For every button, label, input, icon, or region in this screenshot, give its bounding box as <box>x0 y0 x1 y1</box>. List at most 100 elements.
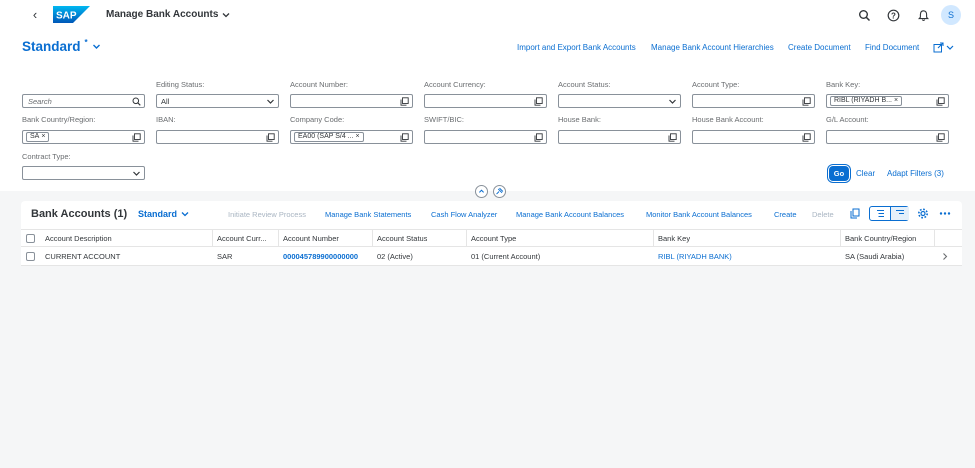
value-help-icon[interactable] <box>266 133 275 142</box>
column-header[interactable]: Account Curr... <box>217 234 282 243</box>
house-bank-account-label: House Bank Account: <box>692 115 764 124</box>
close-icon[interactable]: × <box>41 133 45 141</box>
company-code-label: Company Code: <box>290 115 345 124</box>
account-currency-input[interactable] <box>424 94 547 108</box>
manage-balances-button[interactable]: Manage Bank Account Balances <box>516 210 624 219</box>
select-all-checkbox[interactable] <box>26 234 35 243</box>
create-document-link[interactable]: Create Document <box>788 43 851 52</box>
value-help-icon[interactable] <box>802 133 811 142</box>
column-header[interactable]: Account Status <box>377 234 427 243</box>
account-currency-label: Account Currency: <box>424 80 486 89</box>
user-avatar[interactable]: S <box>941 5 961 25</box>
svg-text:?: ? <box>891 11 896 20</box>
value-help-icon[interactable] <box>534 133 543 142</box>
bank-key-link[interactable]: RIBL (RIYADH BANK) <box>658 252 732 261</box>
monitor-balances-button[interactable]: Monitor Bank Account Balances <box>646 210 752 219</box>
company-code-token[interactable]: EA00 (SAP S/4 ... × <box>294 132 364 142</box>
swift-input[interactable] <box>424 130 547 144</box>
adapt-filters-button[interactable]: Adapt Filters (3) <box>887 169 944 178</box>
value-help-icon[interactable] <box>668 133 677 142</box>
pin-header-icon[interactable] <box>493 185 506 198</box>
close-icon[interactable]: × <box>894 97 898 105</box>
table-header-row: Account Description Account Curr... Acco… <box>21 229 962 248</box>
search-icon[interactable] <box>132 97 141 106</box>
column-header[interactable]: Bank Key <box>658 234 690 243</box>
back-icon[interactable]: ‹ <box>29 8 41 22</box>
chevron-down-icon <box>267 99 274 104</box>
house-bank-account-input[interactable] <box>692 130 815 144</box>
go-button[interactable]: Go <box>830 167 848 180</box>
value-help-icon[interactable] <box>936 133 945 142</box>
cash-flow-analyzer-button[interactable]: Cash Flow Analyzer <box>431 210 497 219</box>
delete-button[interactable]: Delete <box>812 210 834 219</box>
initiate-review-button[interactable]: Initiate Review Process <box>228 210 306 219</box>
value-help-icon[interactable] <box>132 133 141 142</box>
notification-bell-icon[interactable] <box>917 9 930 22</box>
clear-button[interactable]: Clear <box>856 169 875 178</box>
search-input[interactable]: Search <box>22 94 145 108</box>
search-icon[interactable] <box>858 9 871 22</box>
variant-title: Standard <box>22 39 81 54</box>
bank-accounts-table: Bank Accounts (1) Standard Initiate Revi… <box>21 201 962 266</box>
table-variant-selector[interactable]: Standard <box>138 209 189 219</box>
copy-icon[interactable] <box>848 207 862 220</box>
contract-type-label: Contract Type: <box>22 152 71 161</box>
navigation-arrow-icon[interactable] <box>941 252 949 261</box>
app-title[interactable]: Manage Bank Accounts <box>106 9 230 20</box>
close-icon[interactable]: × <box>356 133 360 141</box>
bank-country-label: Bank Country/Region: <box>22 115 96 124</box>
variant-modified-marker: * <box>84 38 88 47</box>
sap-logo[interactable]: SAP <box>53 6 90 23</box>
import-export-link[interactable]: Import and Export Bank Accounts <box>517 43 636 52</box>
bank-country-cell: SA (Saudi Arabia) <box>845 252 905 261</box>
find-document-link[interactable]: Find Document <box>865 43 919 52</box>
value-help-icon[interactable] <box>936 97 945 106</box>
manage-statements-button[interactable]: Manage Bank Statements <box>325 210 411 219</box>
contract-type-select[interactable] <box>22 166 145 180</box>
detail-view-icon <box>896 210 904 214</box>
column-header[interactable]: Account Description <box>45 234 112 243</box>
value-help-icon[interactable] <box>802 97 811 106</box>
chevron-down-icon <box>222 12 230 17</box>
bank-key-token-text: RIBL (RIYADH B... <box>834 97 892 104</box>
column-header[interactable]: Account Type <box>471 234 516 243</box>
create-button[interactable]: Create <box>774 210 797 219</box>
more-options-icon[interactable] <box>938 207 952 220</box>
column-header[interactable]: Bank Country/Region <box>845 234 916 243</box>
table-row[interactable]: CURRENT ACCOUNT SAR 000045789900000000 0… <box>21 247 962 266</box>
bank-country-token[interactable]: SA × <box>26 132 50 142</box>
account-type-input[interactable] <box>692 94 815 108</box>
bank-country-token-text: SA <box>30 133 40 140</box>
account-number-link[interactable]: 000045789900000000 <box>283 252 358 261</box>
value-help-icon[interactable] <box>400 97 409 106</box>
value-help-icon[interactable] <box>400 133 409 142</box>
detail-view-toggle[interactable] <box>890 207 909 220</box>
editing-status-select[interactable]: All <box>156 94 279 108</box>
help-icon[interactable]: ? <box>887 9 900 22</box>
shell-bar: ‹ SAP Manage Bank Accounts ? S <box>0 0 975 31</box>
value-help-icon[interactable] <box>534 97 543 106</box>
collapse-header-icon[interactable] <box>475 185 488 198</box>
gl-account-input[interactable] <box>826 130 949 144</box>
company-code-token-text: EA00 (SAP S/4 ... <box>298 133 354 140</box>
view-toggle <box>869 206 909 221</box>
variant-selector[interactable]: Standard * <box>22 38 101 54</box>
chevron-down-icon <box>133 171 140 176</box>
bank-key-input[interactable]: RIBL (RIYADH B... × <box>826 94 949 108</box>
bank-country-input[interactable]: SA × <box>22 130 145 144</box>
share-icon[interactable] <box>933 42 955 53</box>
gl-account-label: G/L Account: <box>826 115 869 124</box>
settings-gear-icon[interactable] <box>916 207 930 220</box>
house-bank-input[interactable] <box>558 130 681 144</box>
column-header[interactable]: Account Number <box>283 234 339 243</box>
iban-input[interactable] <box>156 130 279 144</box>
hierarchies-link[interactable]: Manage Bank Account Hierarchies <box>651 43 774 52</box>
account-status-select[interactable] <box>558 94 681 108</box>
app-title-text: Manage Bank Accounts <box>106 9 219 20</box>
row-checkbox[interactable] <box>26 252 35 261</box>
account-number-input[interactable] <box>290 94 413 108</box>
bank-key-token[interactable]: RIBL (RIYADH B... × <box>830 96 903 106</box>
chevron-down-icon <box>669 99 676 104</box>
company-code-input[interactable]: EA00 (SAP S/4 ... × <box>290 130 413 144</box>
list-view-icon[interactable] <box>873 208 887 219</box>
